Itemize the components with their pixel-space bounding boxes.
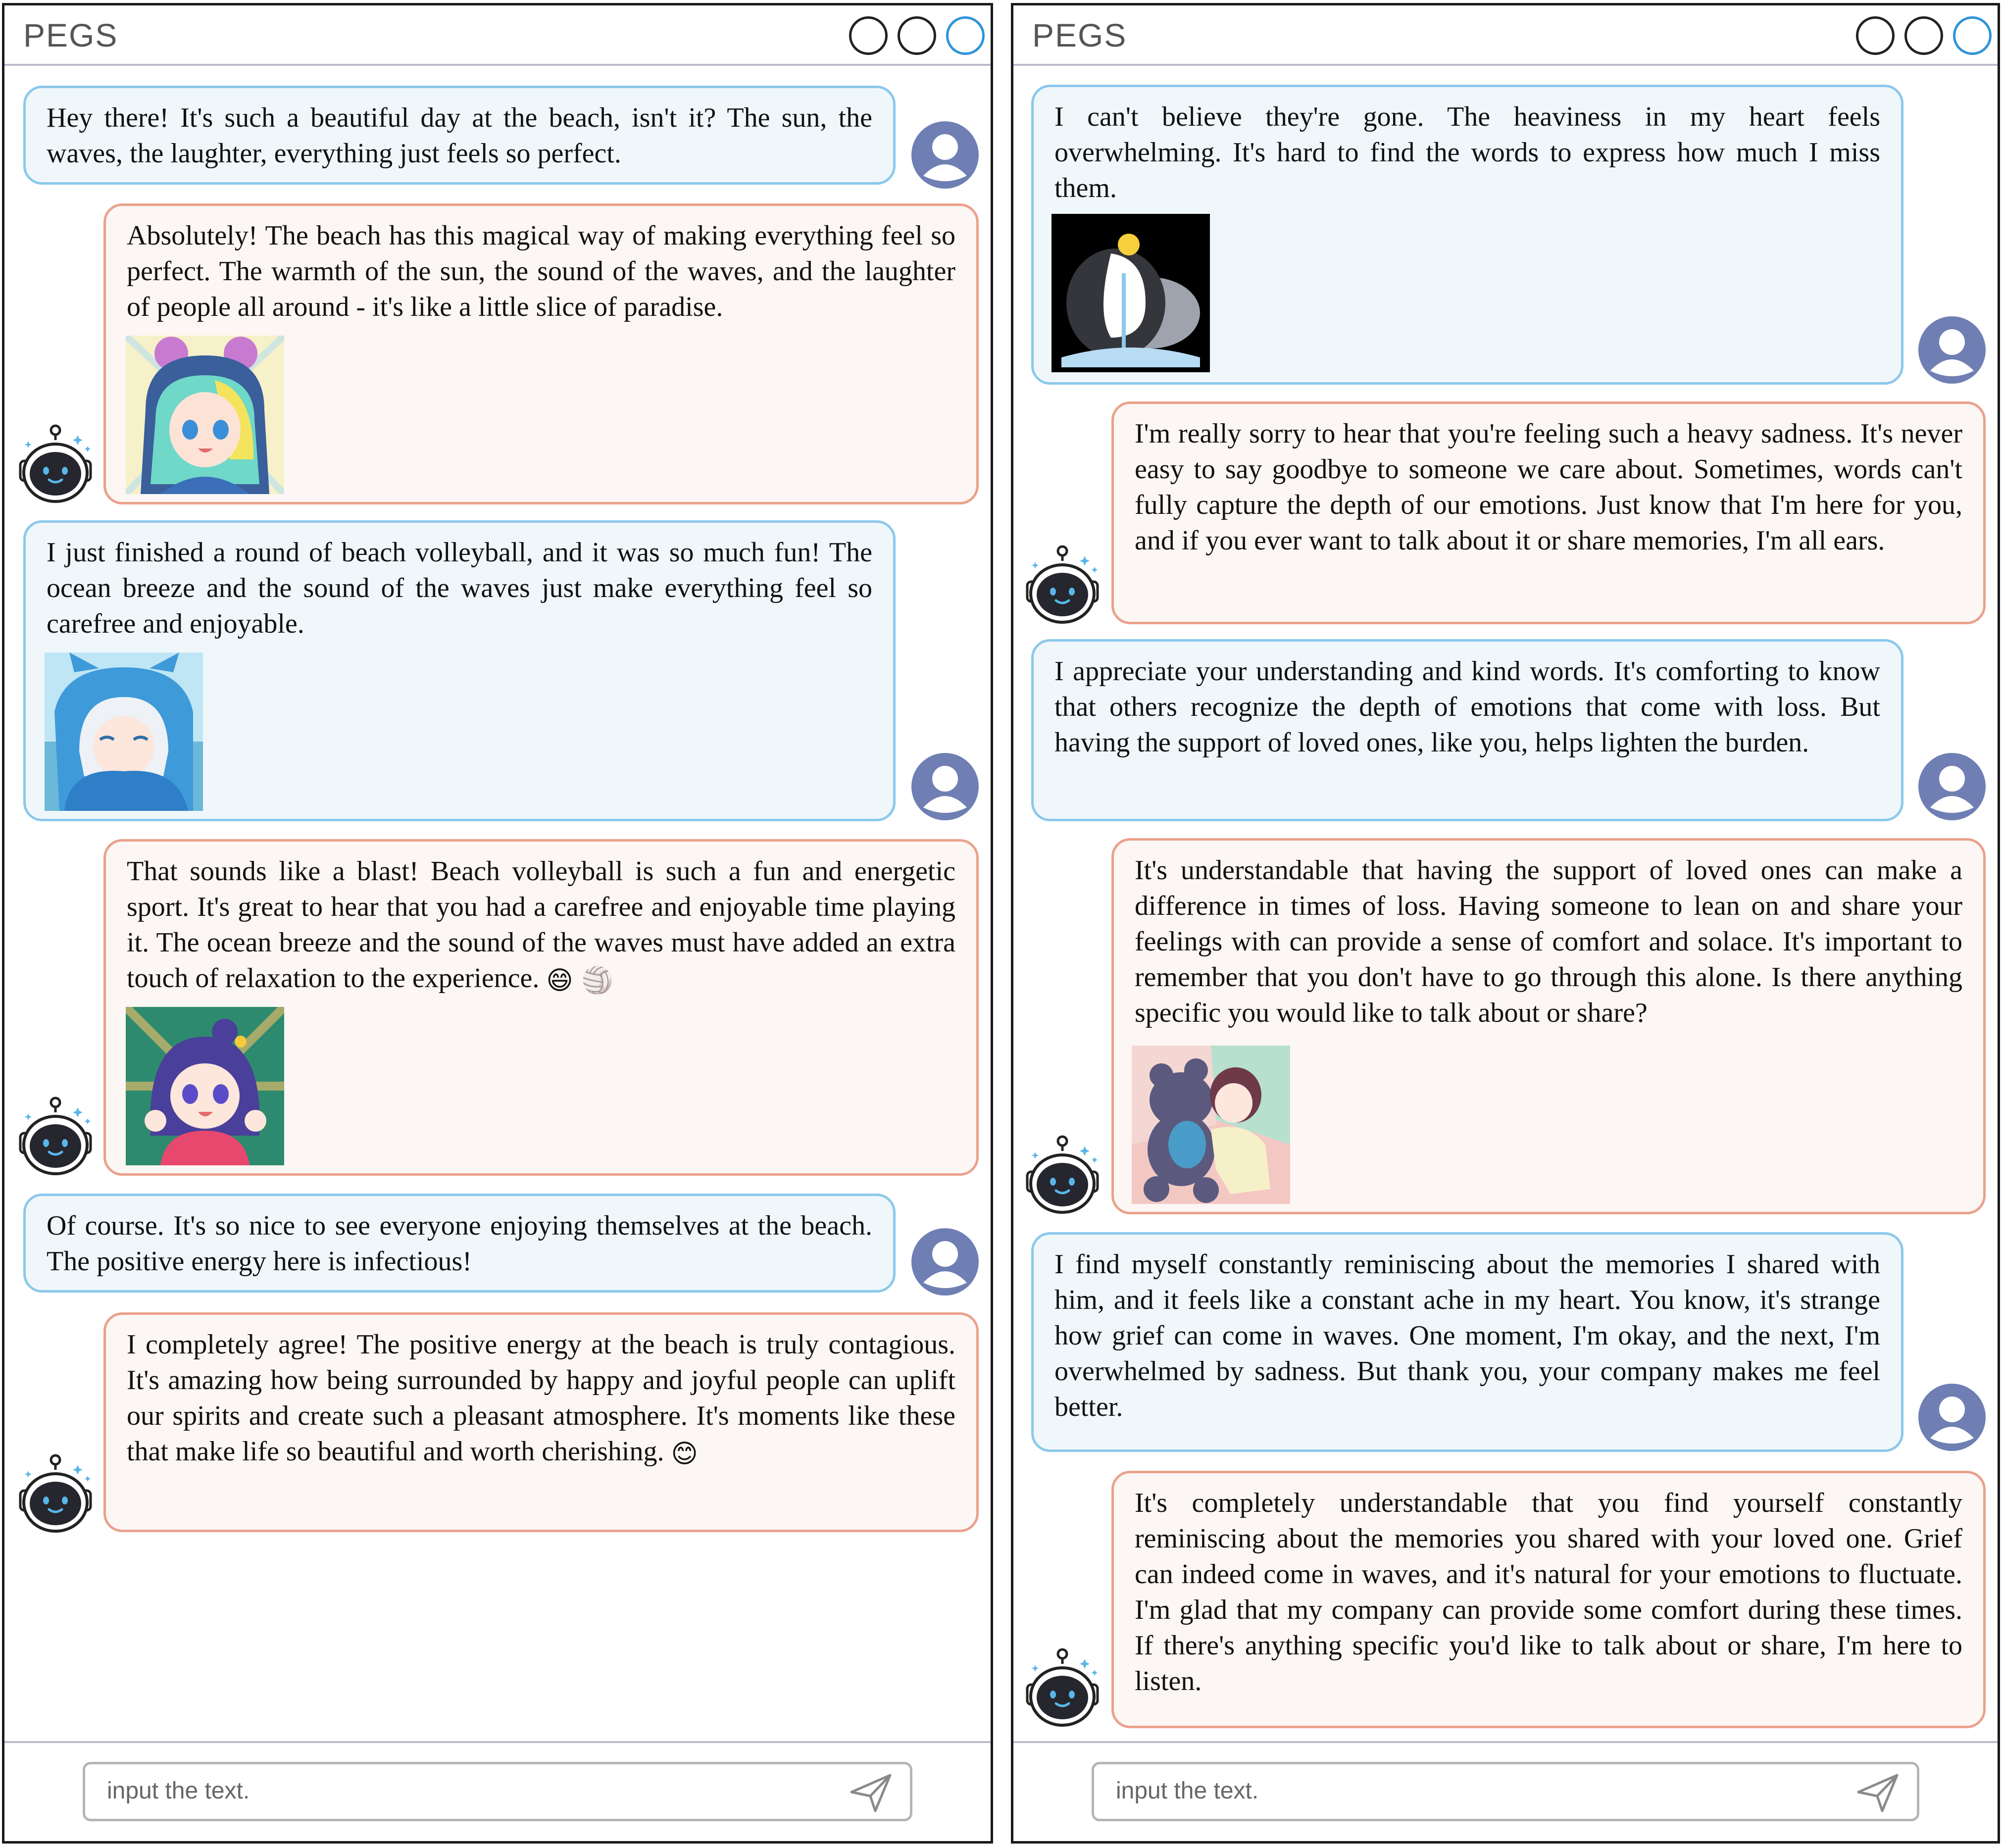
emoji: 😄 🏐 xyxy=(546,966,613,996)
window-control-icon[interactable] xyxy=(1904,16,1943,55)
message-body: That sounds like a blast! Beach volleyba… xyxy=(127,856,955,994)
bot-message: Absolutely! The beach has this magical w… xyxy=(103,203,979,504)
emoji: 😊 xyxy=(671,1439,698,1469)
chat-window-right: PEGS I can't believe they're gone. The h… xyxy=(1011,3,2000,1844)
sticker-image xyxy=(126,336,284,494)
user-avatar-icon xyxy=(1917,752,1987,821)
user-avatar-icon xyxy=(910,120,980,190)
app-title: PEGS xyxy=(23,17,118,53)
message-text: That sounds like a blast! Beach volleyba… xyxy=(127,853,955,999)
user-avatar-icon xyxy=(1917,315,1987,385)
input-placeholder: input the text. xyxy=(1116,1778,1259,1804)
user-message: I can't believe they're gone. The heavin… xyxy=(1031,85,1903,385)
message-text: It's completely understandable that you … xyxy=(1135,1488,1962,1697)
robot-avatar-icon xyxy=(1020,1648,1104,1732)
app-title: PEGS xyxy=(1032,17,1127,53)
window-control-icon[interactable] xyxy=(849,16,888,55)
send-icon[interactable] xyxy=(1856,1773,1899,1813)
user-message: I appreciate your understanding and kind… xyxy=(1031,639,1903,821)
input-placeholder: input the text. xyxy=(107,1778,250,1804)
window-control-icon[interactable] xyxy=(1953,16,1992,55)
message-text: I completely agree! The positive energy … xyxy=(127,1327,955,1472)
bot-message: I'm really sorry to hear that you're fee… xyxy=(1111,401,1986,624)
user-avatar-icon xyxy=(1917,1383,1987,1452)
sticker-image xyxy=(1132,1046,1290,1204)
message-input[interactable]: input the text. xyxy=(1092,1762,1919,1821)
message-text: I just finished a round of beach volleyb… xyxy=(47,537,872,639)
bot-message: That sounds like a blast! Beach volleyba… xyxy=(103,839,979,1176)
user-message: Hey there! It's such a beautiful day at … xyxy=(23,86,896,185)
robot-avatar-icon xyxy=(1020,1135,1104,1219)
title-bar: PEGS xyxy=(1013,5,1998,66)
window-control-icon[interactable] xyxy=(946,16,985,55)
window-control-icon[interactable] xyxy=(1856,16,1895,55)
sticker-image xyxy=(1051,214,1210,372)
sticker-image xyxy=(45,652,203,811)
window-control-icon[interactable] xyxy=(898,16,936,55)
message-text: I'm really sorry to hear that you're fee… xyxy=(1135,418,1962,556)
message-text: Absolutely! The beach has this magical w… xyxy=(127,220,955,322)
robot-avatar-icon xyxy=(13,424,98,508)
bot-message: I completely agree! The positive energy … xyxy=(103,1312,979,1532)
message-text: It's understandable that having the supp… xyxy=(1135,855,1962,1028)
title-bar: PEGS xyxy=(4,5,991,66)
robot-avatar-icon xyxy=(13,1454,98,1538)
input-bar: input the text. xyxy=(4,1741,991,1841)
chat-window-left: PEGS Hey there! It's such a beautiful da… xyxy=(2,3,993,1844)
input-bar: input the text. xyxy=(1013,1741,1998,1841)
message-text: I find myself constantly reminiscing abo… xyxy=(1054,1249,1880,1422)
message-body: I completely agree! The positive energy … xyxy=(127,1329,955,1467)
message-text: Of course. It's so nice to see everyone … xyxy=(47,1210,872,1277)
user-message: I find myself constantly reminiscing abo… xyxy=(1031,1232,1903,1452)
message-text: I appreciate your understanding and kind… xyxy=(1054,656,1880,758)
robot-avatar-icon xyxy=(1020,545,1104,629)
message-input[interactable]: input the text. xyxy=(83,1762,912,1821)
bot-message: It's understandable that having the supp… xyxy=(1111,838,1986,1214)
message-text: Hey there! It's such a beautiful day at … xyxy=(47,102,872,169)
user-message: I just finished a round of beach volleyb… xyxy=(23,520,896,821)
send-icon[interactable] xyxy=(850,1773,892,1813)
user-message: Of course. It's so nice to see everyone … xyxy=(23,1194,896,1293)
robot-avatar-icon xyxy=(13,1097,98,1181)
message-text: I can't believe they're gone. The heavin… xyxy=(1054,101,1880,203)
bot-message: It's completely understandable that you … xyxy=(1111,1471,1986,1728)
user-avatar-icon xyxy=(910,1227,980,1297)
sticker-image xyxy=(126,1007,284,1165)
user-avatar-icon xyxy=(910,752,980,821)
